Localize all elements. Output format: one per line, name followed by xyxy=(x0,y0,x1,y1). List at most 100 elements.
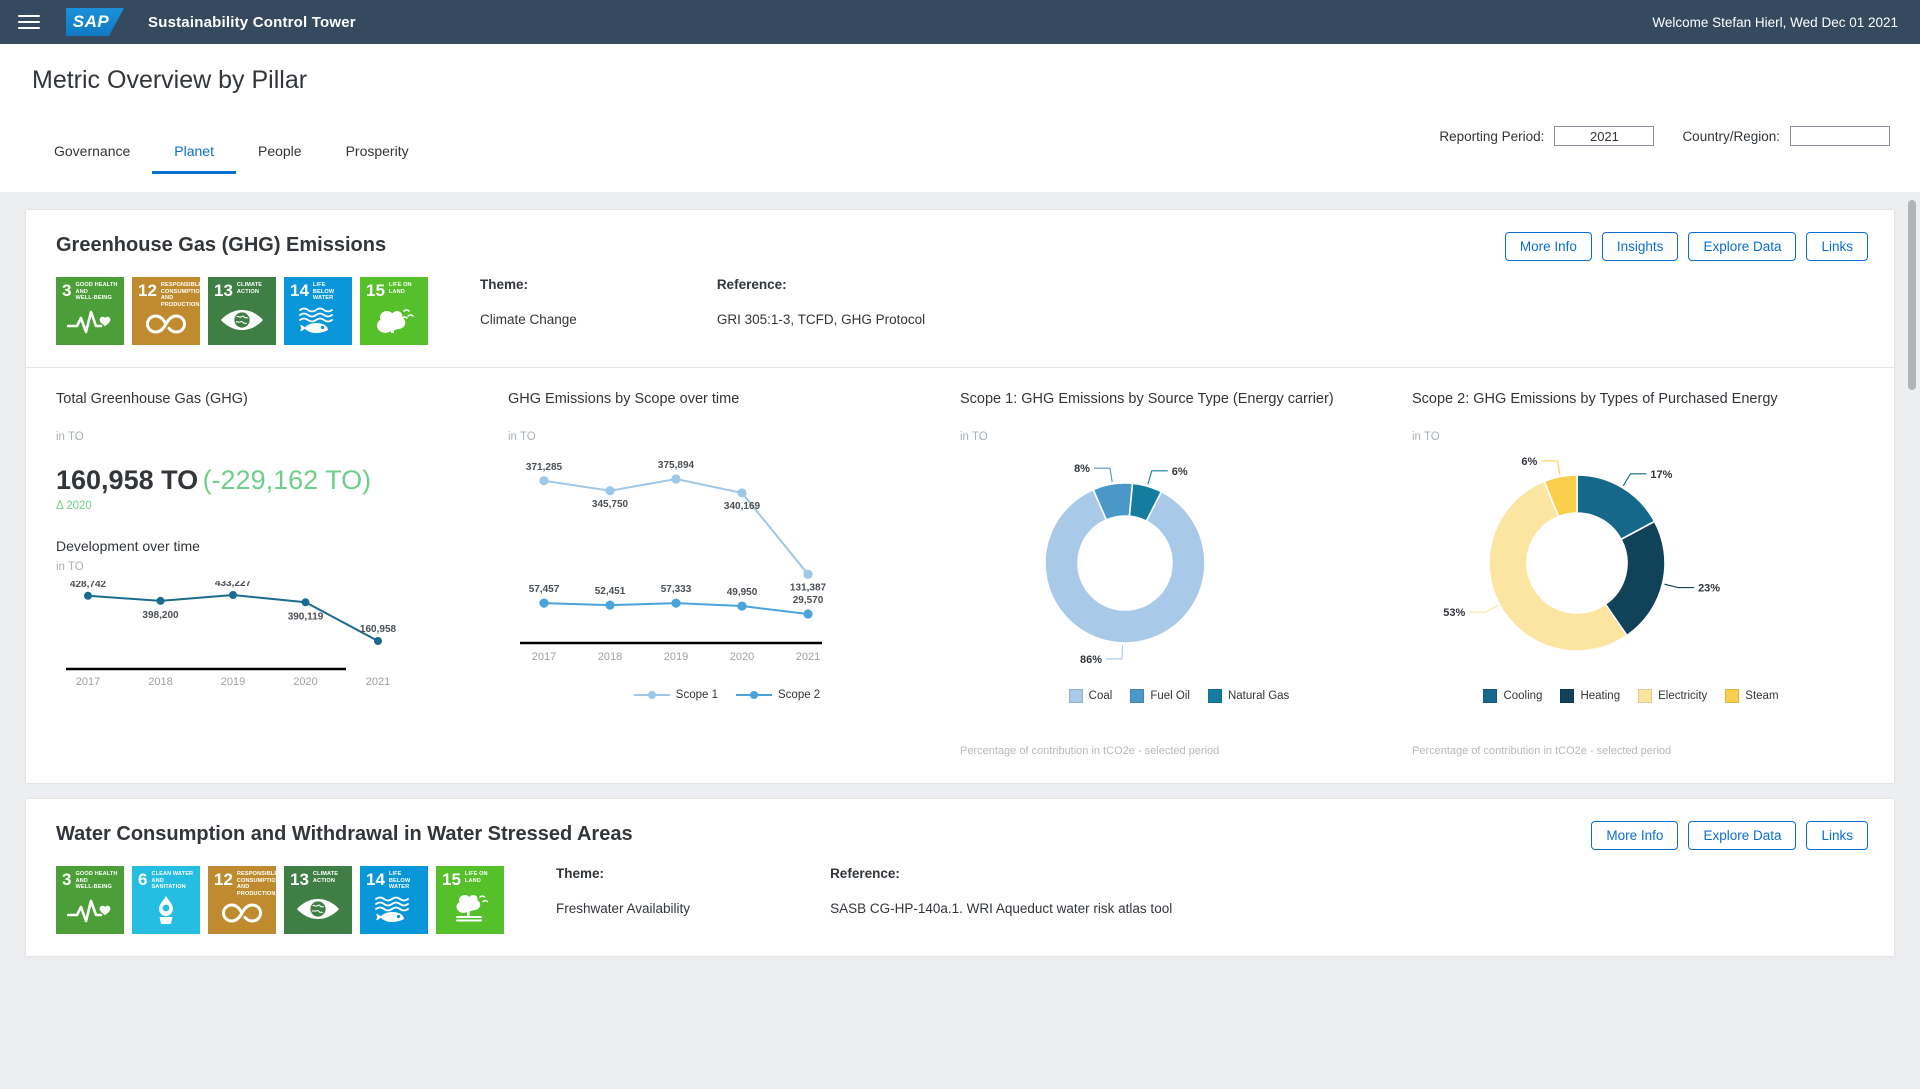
reference-value: GRI 305:1-3, TCFD, GHG Protocol xyxy=(716,312,926,327)
panel-total-ghg: Total Greenhouse Gas (GHG) in TO 160,958… xyxy=(56,390,508,757)
legend-item-fuel-oil[interactable]: Fuel Oil xyxy=(1130,689,1190,703)
sdg-badge-13[interactable]: 13 CLIMATE ACTION xyxy=(208,277,276,345)
sdg-badge-15[interactable]: 15 LIFE ON LAND xyxy=(436,866,504,934)
sdg-badge-3[interactable]: 3 GOOD HEALTH AND WELL-BEING xyxy=(56,277,124,345)
sdg-number: 12 xyxy=(214,870,233,889)
svg-text:6%: 6% xyxy=(1521,456,1537,468)
sdg-badge-6[interactable]: 6 CLEAN WATER AND SANITATION xyxy=(132,866,200,934)
legend-item-electricity[interactable]: Electricity xyxy=(1638,689,1707,703)
scope1-donut-unit: in TO xyxy=(960,431,988,443)
panel-scope1-donut: Scope 1: GHG Emissions by Source Type (E… xyxy=(960,390,1412,757)
reporting-period-input[interactable] xyxy=(1554,126,1655,146)
fish-waves-icon xyxy=(290,302,346,340)
card-water-consumption: Water Consumption and Withdrawal in Wate… xyxy=(26,799,1894,956)
links-button[interactable]: Links xyxy=(1806,232,1868,261)
total-ghg-delta: (-229,162 TO) xyxy=(202,465,372,495)
legend-swatch xyxy=(1207,689,1222,703)
svg-text:2020: 2020 xyxy=(293,676,317,688)
sdg-badge-14[interactable]: 14 LIFE BELOW WATER xyxy=(284,277,352,345)
legend-item-cooling[interactable]: Cooling xyxy=(1483,689,1542,703)
scope1-donut-footnote: Percentage of contribution in tCO2e - se… xyxy=(960,745,1220,757)
svg-text:2018: 2018 xyxy=(148,676,172,688)
hamburger-icon[interactable] xyxy=(18,15,40,29)
total-ghg-unit: in TO xyxy=(56,431,84,443)
water-glass-icon xyxy=(138,891,194,929)
scope-over-time-title: GHG Emissions by Scope over time xyxy=(508,391,740,407)
svg-text:2019: 2019 xyxy=(664,651,688,663)
legend-label: Scope 1 xyxy=(675,689,718,701)
theme-value: Freshwater Availability xyxy=(556,901,691,916)
theme-label: Theme: xyxy=(556,866,605,881)
sdg-text: CLEAN WATER AND SANITATION xyxy=(151,871,194,891)
reference-label: Reference: xyxy=(830,866,900,881)
scope2-donut-chart[interactable]: 17% 23% 53% 6% xyxy=(1412,451,1850,681)
svg-text:345,750: 345,750 xyxy=(592,499,629,510)
scope2-donut-legend: Cooling Heating Electricity Steam xyxy=(1412,689,1850,703)
scrollbar-thumb[interactable] xyxy=(1908,200,1916,390)
country-region-input[interactable] xyxy=(1790,126,1890,146)
reference-block: Reference: SASB CG-HP-140a.1. WRI Aquedu… xyxy=(830,866,1172,916)
legend-item-scope-1[interactable]: Scope 1 xyxy=(633,689,718,701)
sdg-number: 14 xyxy=(366,870,385,889)
tree-birds-icon xyxy=(366,299,422,340)
svg-text:8%: 8% xyxy=(1074,463,1090,475)
explore-data-button[interactable]: Explore Data xyxy=(1688,821,1797,850)
explore-data-button[interactable]: Explore Data xyxy=(1688,232,1797,261)
filter-label-reporting-period: Reporting Period: xyxy=(1439,128,1545,144)
theme-value: Climate Change xyxy=(480,312,577,327)
svg-text:17%: 17% xyxy=(1650,469,1672,481)
more-info-button[interactable]: More Info xyxy=(1504,232,1592,261)
reference-label: Reference: xyxy=(716,277,787,292)
scope1-donut-chart[interactable]: 86% 8% 6% xyxy=(960,451,1398,681)
shell-bar: SAP Sustainability Control Tower Welcome… xyxy=(0,0,1920,44)
card-action-buttons: More Info Explore Data Links xyxy=(1591,821,1868,850)
legend-label: Natural Gas xyxy=(1227,690,1290,702)
pulse-heart-icon xyxy=(62,891,118,929)
svg-text:6%: 6% xyxy=(1172,466,1188,478)
sdg-badge-12[interactable]: 12 RESPONSIBLE CONSUMPTION AND PRODUCTION xyxy=(132,277,200,345)
sdg-text: LIFE BELOW WATER xyxy=(388,871,411,891)
legend-swatch xyxy=(1130,689,1145,703)
total-ghg-value-row: 160,958 TO (-229,162 TO) Δ 2020 xyxy=(56,465,494,512)
sdg-text: LIFE BELOW WATER xyxy=(312,282,335,302)
legend-label: Coal xyxy=(1088,690,1113,702)
svg-text:131,387: 131,387 xyxy=(790,582,827,593)
sdg-badge-3[interactable]: 3 GOOD HEALTH AND WELL-BEING xyxy=(56,866,124,934)
legend-swatch xyxy=(1560,689,1575,703)
legend-item-steam[interactable]: Steam xyxy=(1725,689,1779,703)
infinity-icon xyxy=(214,897,270,929)
scope-over-time-chart[interactable]: 371,285 345,750 375,894 340,169 131,387 57,45… xyxy=(508,451,946,681)
sdg-number: 13 xyxy=(214,281,233,300)
svg-text:428,742: 428,742 xyxy=(70,581,107,590)
svg-text:390,119: 390,119 xyxy=(288,611,324,622)
card-header: Greenhouse Gas (GHG) Emissions More Info… xyxy=(26,210,1894,261)
theme-block: Theme: Freshwater Availability xyxy=(556,866,690,916)
legend-label: Scope 2 xyxy=(778,689,821,701)
sdg-number: 15 xyxy=(366,281,385,300)
tab-people[interactable]: People xyxy=(236,133,324,174)
sdg-text: CLIMATE ACTION xyxy=(312,871,339,884)
content-area: Greenhouse Gas (GHG) Emissions More Info… xyxy=(0,192,1920,1089)
sdg-badge-14[interactable]: 14 LIFE BELOW WATER xyxy=(360,866,428,934)
more-info-button[interactable]: More Info xyxy=(1591,821,1679,850)
links-button[interactable]: Links xyxy=(1806,821,1868,850)
tab-planet[interactable]: Planet xyxy=(152,133,236,174)
fish-waves-icon xyxy=(366,891,422,929)
legend-label: Fuel Oil xyxy=(1150,690,1190,702)
svg-text:2020: 2020 xyxy=(730,651,754,663)
development-over-time-chart[interactable]: 428,742 398,200 433,227 390,119 160,958 2017 2… xyxy=(56,581,494,691)
sdg-badge-15[interactable]: 15 LIFE ON LAND xyxy=(360,277,428,345)
filter-label-country-region: Country/Region: xyxy=(1682,128,1780,144)
legend-item-heating[interactable]: Heating xyxy=(1560,689,1620,703)
sdg-number: 12 xyxy=(138,281,157,300)
tab-prosperity[interactable]: Prosperity xyxy=(324,133,431,174)
legend-item-coal[interactable]: Coal xyxy=(1068,689,1113,703)
insights-button[interactable]: Insights xyxy=(1601,232,1679,261)
svg-text:2017: 2017 xyxy=(532,651,556,663)
tab-governance[interactable]: Governance xyxy=(32,133,152,174)
legend-item-scope-2[interactable]: Scope 2 xyxy=(736,689,820,701)
page-scrollbar[interactable] xyxy=(1908,192,1916,1089)
sdg-badge-13[interactable]: 13 CLIMATE ACTION xyxy=(284,866,352,934)
sdg-badge-12[interactable]: 12 RESPONSIBLE CONSUMPTION AND PRODUCTION xyxy=(208,866,276,934)
legend-item-natural-gas[interactable]: Natural Gas xyxy=(1207,689,1290,703)
